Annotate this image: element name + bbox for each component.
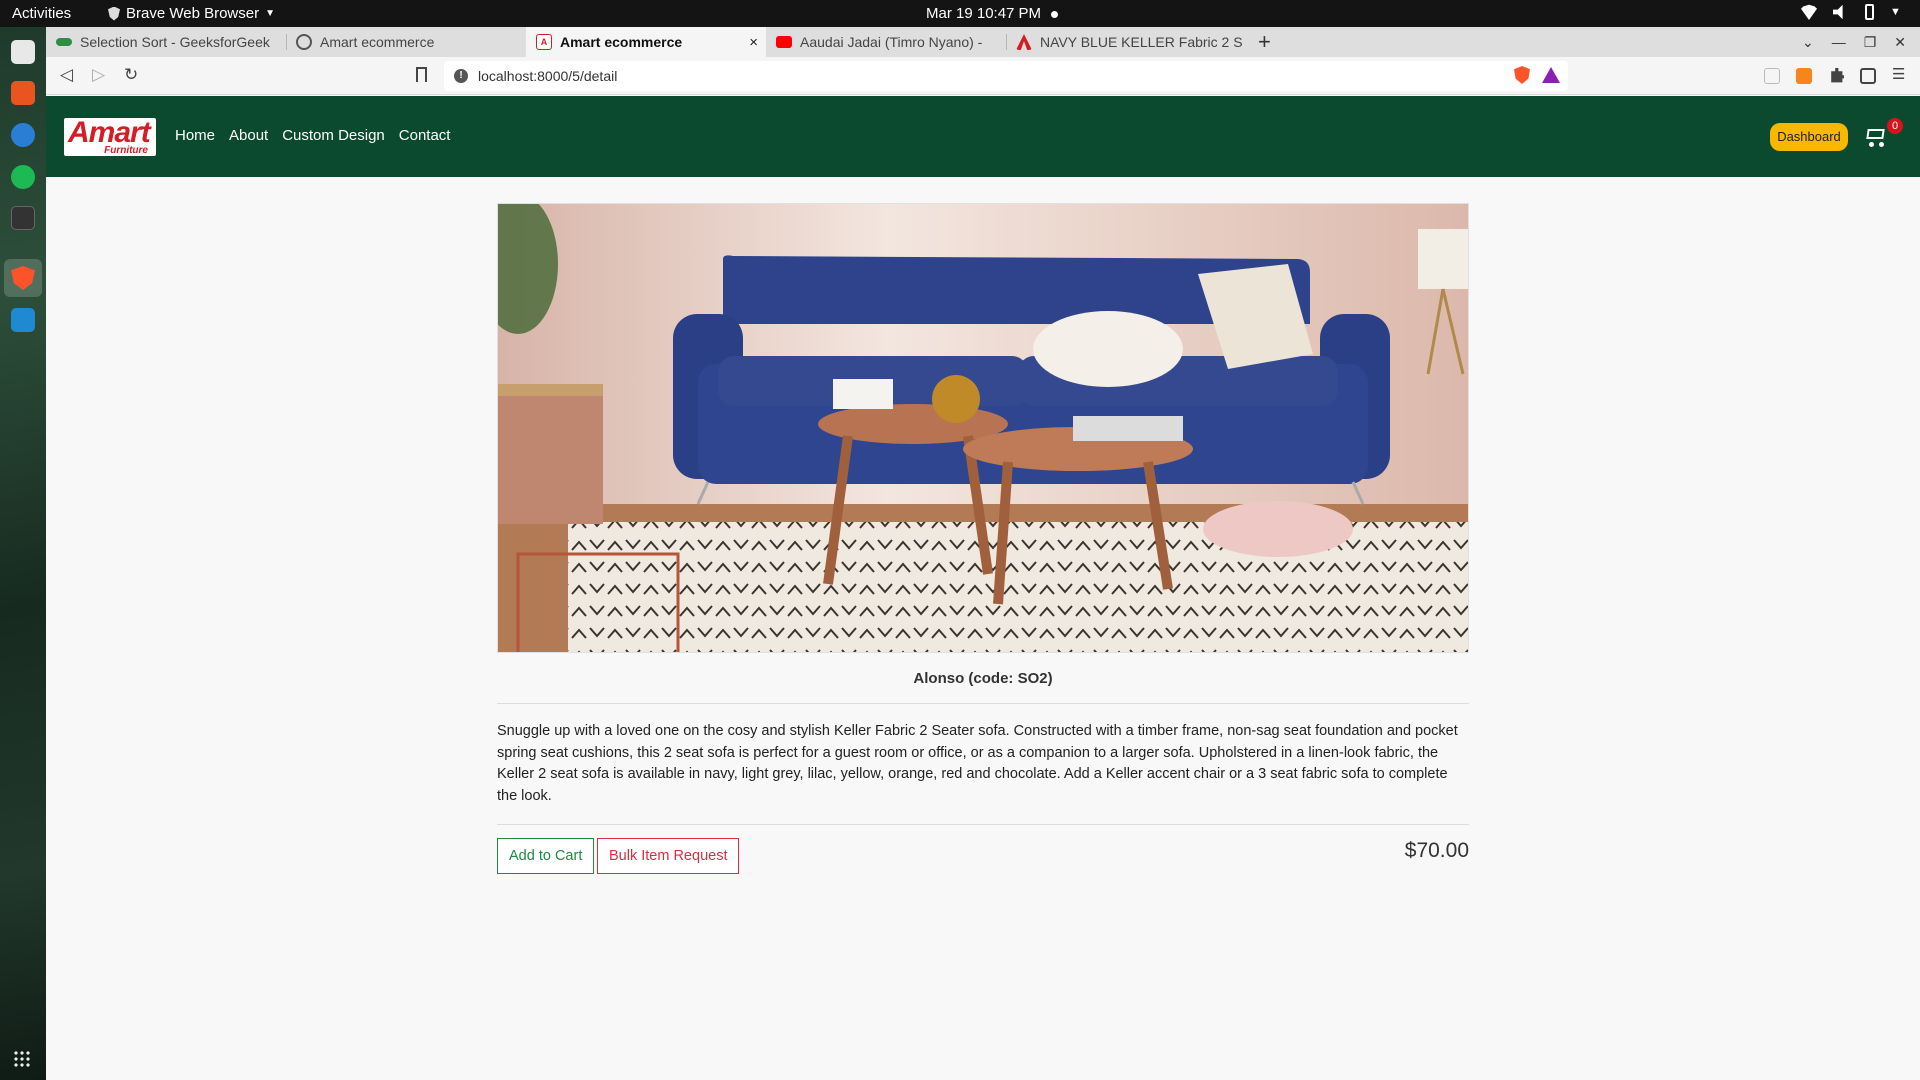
system-tray[interactable]: ▼ xyxy=(1801,4,1906,20)
menu-icon[interactable]: ☰ xyxy=(1892,67,1908,84)
product-detail: Alonso (code: SO2) Snuggle up with a lov… xyxy=(497,203,1469,885)
tab-label: Selection Sort - GeeksforGeek xyxy=(80,34,270,50)
amart-icon: A xyxy=(536,34,552,50)
app-menu[interactable]: Brave Web Browser ▼ xyxy=(108,5,275,22)
product-price: $70.00 xyxy=(1404,839,1469,862)
logo-subtitle: Furniture xyxy=(104,145,148,156)
nav-home[interactable]: Home xyxy=(175,127,215,144)
address-bar[interactable]: ! localhost:8000/5/detail xyxy=(444,61,1568,91)
browser-toolbar: ◁ ▷ ↻ ! localhost:8000/5/detail ☰ xyxy=(46,57,1920,95)
product-name: Alonso (code: SO2) xyxy=(913,670,1053,687)
cart-wheel xyxy=(1879,142,1884,147)
bulk-item-request-button[interactable]: Bulk Item Request xyxy=(597,838,740,874)
bookmark-icon[interactable] xyxy=(416,67,427,82)
product-description: Snuggle up with a loved one on the cosy … xyxy=(497,723,1458,804)
nav-custom-design[interactable]: Custom Design xyxy=(282,127,385,144)
show-apps-icon[interactable] xyxy=(13,1050,31,1068)
restore-icon[interactable]: ❐ xyxy=(1864,34,1877,51)
terminal-icon[interactable] xyxy=(11,206,35,230)
cart-basket xyxy=(1866,129,1885,139)
tab-geeksforgeeks[interactable]: Selection Sort - GeeksforGeek xyxy=(46,27,286,57)
wifi-icon xyxy=(1801,4,1817,20)
amart-logo[interactable]: Amart Furniture xyxy=(64,116,156,156)
spotify-icon[interactable] xyxy=(11,165,35,189)
brave-lion-icon xyxy=(108,6,120,21)
tab-close-icon[interactable]: × xyxy=(749,34,758,51)
cart-wheel xyxy=(1869,142,1874,147)
nav-contact[interactable]: Contact xyxy=(399,127,451,144)
tab-amart-ecommerce[interactable]: Amart ecommerce xyxy=(286,27,526,57)
power-menu-icon: ▼ xyxy=(1890,6,1901,18)
battery-icon xyxy=(1865,4,1874,20)
brave-rewards-icon[interactable] xyxy=(1542,67,1560,83)
web-page: Amart Furniture Home About Custom Design… xyxy=(46,96,1920,1080)
dashboard-button[interactable]: Dashboard xyxy=(1770,123,1848,151)
url-text[interactable]: localhost:8000/5/detail xyxy=(478,68,617,84)
reload-icon[interactable]: ↻ xyxy=(124,65,138,85)
tab-navy-blue-keller[interactable]: NAVY BLUE KELLER Fabric 2 S xyxy=(1006,27,1246,57)
cart-count-badge: 0 xyxy=(1887,118,1903,134)
back-icon[interactable]: ◁ xyxy=(60,65,73,85)
extensions-area: ☰ xyxy=(1764,67,1908,84)
puzzle-extensions-icon[interactable] xyxy=(1831,68,1844,83)
nav-about[interactable]: About xyxy=(229,127,268,144)
extension-placeholder-icon[interactable] xyxy=(1764,68,1780,84)
caret-down-icon: ▼ xyxy=(265,8,276,19)
cart-icon[interactable] xyxy=(1864,126,1888,148)
globe-icon xyxy=(296,34,312,50)
browser-window: Selection Sort - GeeksforGeek Amart ecom… xyxy=(46,27,1920,1080)
tab-search-icon[interactable]: ⌄ xyxy=(1802,34,1814,51)
product-image xyxy=(497,203,1469,653)
system-top-bar: Activities Brave Web Browser ▼ Mar 19 10… xyxy=(0,0,1920,27)
metamask-fox-icon[interactable] xyxy=(1796,68,1812,84)
help-icon[interactable] xyxy=(11,123,35,147)
dock xyxy=(0,27,46,1080)
tab-label: Amart ecommerce xyxy=(560,34,683,50)
tab-amart-ecommerce-active[interactable]: A Amart ecommerce × xyxy=(526,27,766,57)
volume-icon xyxy=(1833,4,1843,20)
add-to-cart-button[interactable]: Add to Cart xyxy=(497,838,595,874)
window-controls: ⌄ — ❐ ✕ xyxy=(1802,27,1920,57)
vscode-icon[interactable] xyxy=(11,308,35,332)
amart-icon xyxy=(1016,34,1032,50)
site-menu: Home About Custom Design Contact xyxy=(175,127,450,144)
close-window-icon[interactable]: ✕ xyxy=(1894,34,1906,51)
activities-button[interactable]: Activities xyxy=(12,5,71,22)
tab-label: Amart ecommerce xyxy=(320,34,435,50)
clock[interactable]: Mar 19 10:47 PM xyxy=(926,5,1059,22)
forward-icon[interactable]: ▷ xyxy=(92,65,105,85)
app-menu-label: Brave Web Browser xyxy=(126,5,260,22)
product-actions: Add to Cart Bulk Item Request $70.00 xyxy=(497,825,1469,885)
divider xyxy=(497,703,1469,704)
new-tab-button[interactable]: + xyxy=(1258,29,1271,55)
tab-label: Aaudai Jadai (Timro Nyano) - xyxy=(800,34,983,50)
geeksforgeeks-icon xyxy=(56,38,72,46)
wallet-icon[interactable] xyxy=(1860,68,1876,84)
clock-text: Mar 19 10:47 PM xyxy=(926,5,1042,22)
site-info-icon[interactable]: ! xyxy=(454,69,468,83)
tab-label: NAVY BLUE KELLER Fabric 2 S xyxy=(1040,34,1243,50)
tab-bar: Selection Sort - GeeksforGeek Amart ecom… xyxy=(46,27,1920,57)
sofa-scene-image xyxy=(498,204,1468,652)
software-center-icon[interactable] xyxy=(11,81,35,105)
tab-youtube[interactable]: Aaudai Jadai (Timro Nyano) - xyxy=(766,27,1006,57)
site-navbar: Amart Furniture Home About Custom Design… xyxy=(46,96,1920,177)
notification-dot-icon xyxy=(1051,10,1059,18)
files-icon[interactable] xyxy=(11,40,35,64)
youtube-icon xyxy=(776,36,792,48)
minimize-icon[interactable]: — xyxy=(1832,34,1846,50)
